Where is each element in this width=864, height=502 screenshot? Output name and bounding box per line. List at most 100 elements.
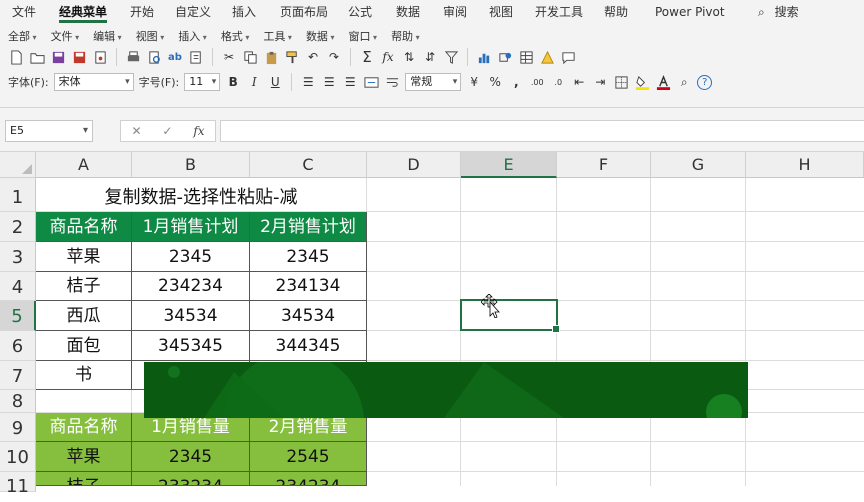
menu-data[interactable]: 数据 xyxy=(306,28,335,44)
active-cell-e5[interactable] xyxy=(460,299,560,333)
menu-insert[interactable]: 插入 xyxy=(178,28,207,44)
search-box[interactable]: ⌕ 搜索 xyxy=(758,0,799,24)
table1-header-product[interactable]: 商品名称 xyxy=(36,212,132,242)
column-header-c[interactable]: C xyxy=(250,152,367,178)
borders-icon[interactable] xyxy=(613,74,629,90)
menu-edit[interactable]: 编辑 xyxy=(93,28,122,44)
sort-ascending-icon[interactable]: ⇅ xyxy=(401,49,417,65)
column-header-b[interactable]: B xyxy=(132,152,250,178)
select-all-button[interactable] xyxy=(0,152,36,178)
table-cell[interactable]: 苹果 xyxy=(36,442,132,472)
row-header-2[interactable]: 2 xyxy=(0,212,36,242)
table-cell[interactable]: 233234 xyxy=(132,472,250,486)
new-file-icon[interactable] xyxy=(8,49,24,65)
table-cell[interactable]: 2345 xyxy=(132,442,250,472)
row-header-1[interactable]: 1 xyxy=(0,178,36,212)
percent-button[interactable]: % xyxy=(487,74,503,90)
row-header-3[interactable]: 3 xyxy=(0,242,36,272)
open-folder-icon[interactable] xyxy=(29,49,45,65)
tab-help[interactable]: 帮助 xyxy=(604,0,628,24)
enter-icon[interactable]: ✓ xyxy=(162,124,172,138)
autosum-icon[interactable]: Σ xyxy=(359,48,375,66)
chart-icon[interactable] xyxy=(476,49,492,65)
sort-descending-icon[interactable]: ⇵ xyxy=(422,49,438,65)
number-format-select[interactable]: 常规 xyxy=(405,73,462,91)
permission-icon[interactable] xyxy=(92,49,108,65)
align-left-icon[interactable]: ☰ xyxy=(300,74,316,90)
table-cell[interactable]: 344345 xyxy=(250,331,367,361)
menu-all[interactable]: 全部 xyxy=(8,28,37,44)
menu-file[interactable]: 文件 xyxy=(51,28,80,44)
insert-function-icon[interactable]: fx xyxy=(380,49,396,65)
tab-formulas[interactable]: 公式 xyxy=(348,0,372,24)
row-header-8[interactable]: 8 xyxy=(0,390,36,413)
menu-window[interactable]: 窗口 xyxy=(349,28,378,44)
name-box[interactable]: E5 xyxy=(5,120,93,142)
table1-header-jan-plan[interactable]: 1月销售计划 xyxy=(132,212,250,242)
table-cell[interactable]: 234234 xyxy=(250,472,367,486)
format-painter-icon[interactable] xyxy=(284,49,300,65)
row-header-7[interactable]: 7 xyxy=(0,361,36,390)
decrease-indent-icon[interactable]: ⇤ xyxy=(571,74,587,90)
save-as-icon[interactable] xyxy=(71,49,87,65)
column-header-d[interactable]: D xyxy=(367,152,461,178)
research-icon[interactable] xyxy=(188,49,204,65)
tab-file[interactable]: 文件 xyxy=(12,0,36,24)
tab-view[interactable]: 视图 xyxy=(489,0,513,24)
table-cell[interactable]: 2345 xyxy=(250,242,367,272)
row-header-9[interactable]: 9 xyxy=(0,413,36,442)
tab-developer[interactable]: 开发工具 xyxy=(535,0,583,24)
table-cell[interactable]: 桔子 xyxy=(36,472,132,486)
row-header-11[interactable]: 11 xyxy=(0,472,36,497)
cancel-icon[interactable]: ✕ xyxy=(131,124,141,138)
sheet-title-cell[interactable]: 复制数据-选择性粘贴-减 xyxy=(36,178,367,212)
table1-header-feb-plan[interactable]: 2月销售计划 xyxy=(250,212,367,242)
find-icon[interactable]: ⌕ xyxy=(676,74,692,90)
table-cell[interactable]: 34534 xyxy=(250,301,367,331)
row-header-10[interactable]: 10 xyxy=(0,442,36,472)
tab-insert[interactable]: 插入 xyxy=(232,0,256,24)
print-preview-icon[interactable] xyxy=(146,49,162,65)
table-cell[interactable]: 书 xyxy=(36,361,132,390)
tab-page-layout[interactable]: 页面布局 xyxy=(280,0,328,24)
menu-view[interactable]: 视图 xyxy=(136,28,165,44)
align-right-icon[interactable]: ☰ xyxy=(342,74,358,90)
table2-header-product[interactable]: 商品名称 xyxy=(36,413,132,442)
help-icon[interactable]: ? xyxy=(697,74,713,90)
tab-classic-menu[interactable]: 经典菜单 xyxy=(59,0,108,24)
table-icon[interactable] xyxy=(518,49,534,65)
menu-tools[interactable]: 工具 xyxy=(263,28,292,44)
italic-button[interactable]: I xyxy=(246,74,262,90)
menu-help[interactable]: 帮助 xyxy=(391,28,420,44)
font-size-select[interactable]: 11 xyxy=(184,73,221,91)
insert-function-button[interactable]: fx xyxy=(193,124,204,138)
row-header-6[interactable]: 6 xyxy=(0,331,36,361)
table-cell[interactable]: 345345 xyxy=(132,331,250,361)
comment-icon[interactable] xyxy=(560,49,576,65)
save-icon[interactable] xyxy=(50,49,66,65)
spell-check-icon[interactable]: ab xyxy=(167,49,183,65)
tab-home[interactable]: 开始 xyxy=(130,0,154,24)
cut-icon[interactable]: ✂ xyxy=(221,49,237,65)
formula-input[interactable] xyxy=(220,120,864,142)
row-header-5[interactable]: 5 xyxy=(0,301,36,331)
tab-customize[interactable]: 自定义 xyxy=(175,0,211,24)
print-icon[interactable] xyxy=(125,49,141,65)
copy-icon[interactable] xyxy=(242,49,258,65)
font-select[interactable]: 宋体 xyxy=(53,73,134,91)
increase-indent-icon[interactable]: ⇥ xyxy=(592,74,608,90)
bold-button[interactable]: B xyxy=(225,74,241,90)
decrease-decimal-icon[interactable]: .0 xyxy=(550,74,566,90)
shapes-icon[interactable] xyxy=(497,49,513,65)
filter-icon[interactable] xyxy=(443,49,459,65)
warning-icon[interactable] xyxy=(539,49,555,65)
table-cell[interactable]: 234234 xyxy=(132,272,250,301)
merge-center-icon[interactable] xyxy=(363,74,379,90)
table-cell[interactable]: 2545 xyxy=(250,442,367,472)
column-header-e[interactable]: E xyxy=(461,152,557,178)
table-cell[interactable]: 234134 xyxy=(250,272,367,301)
row-header-4[interactable]: 4 xyxy=(0,272,36,301)
column-header-h[interactable]: H xyxy=(746,152,864,178)
menu-format[interactable]: 格式 xyxy=(221,28,250,44)
table-cell[interactable]: 桔子 xyxy=(36,272,132,301)
